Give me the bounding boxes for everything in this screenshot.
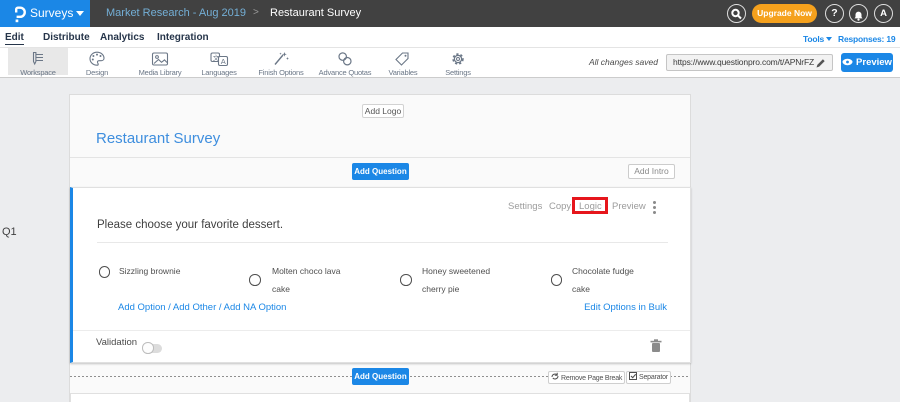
svg-text:A: A	[220, 57, 225, 66]
